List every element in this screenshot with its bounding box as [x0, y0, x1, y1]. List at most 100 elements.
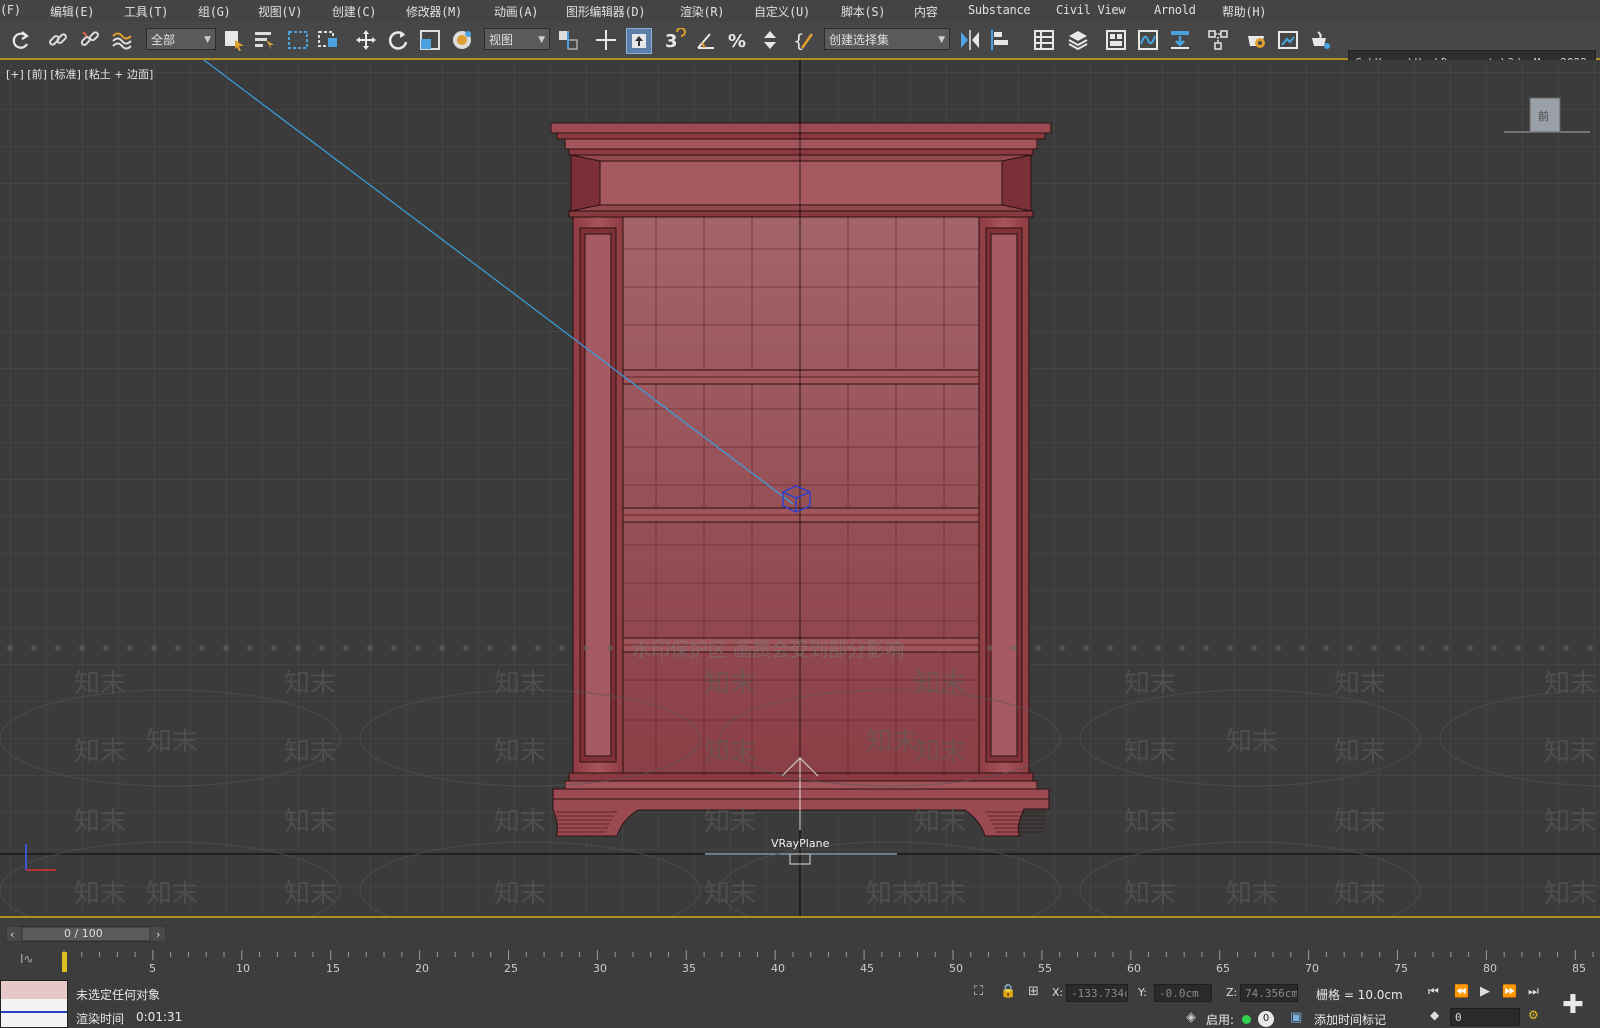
svg-text:知末: 知末: [1334, 807, 1386, 837]
mirror-icon[interactable]: [958, 28, 982, 52]
time-configuration-icon[interactable]: ⚙: [1528, 1008, 1539, 1022]
svg-text:知末: 知末: [1544, 737, 1596, 767]
selection-status: 未选定任何对象: [76, 988, 161, 1002]
select-by-name-icon[interactable]: [252, 28, 276, 52]
key-mode-icon[interactable]: ◆: [1430, 1008, 1439, 1022]
absolute-mode-icon[interactable]: ⊞: [1028, 984, 1039, 999]
layer-explorer-icon[interactable]: [1066, 28, 1090, 52]
time-slider[interactable]: ‹ › 0 / 100: [5, 925, 167, 943]
edit-named-selection-icon[interactable]: {: [792, 28, 816, 52]
angle-snap-icon[interactable]: [694, 28, 718, 52]
svg-text:%: %: [728, 31, 746, 52]
maxscript-listener-preview[interactable]: [0, 980, 68, 1028]
ribbon-toggle-icon[interactable]: [1104, 28, 1128, 52]
viewport-label[interactable]: [+] [前] [标准] [粘土 + 边面]: [6, 66, 153, 82]
menu-modifiers[interactable]: 修改器(M): [406, 3, 462, 20]
menu-file[interactable]: (F): [0, 3, 21, 17]
keyboard-shortcut-override-icon[interactable]: [626, 28, 652, 54]
time-tag-icon[interactable]: ▣: [1290, 1010, 1302, 1025]
svg-text:{: {: [793, 31, 804, 52]
align-icon[interactable]: [990, 28, 1014, 52]
menu-animation[interactable]: 动画(A): [494, 3, 538, 20]
svg-text:知末: 知末: [284, 807, 336, 837]
render-production-icon[interactable]: [1308, 28, 1332, 52]
svg-text:知末: 知末: [1124, 737, 1176, 767]
enable-count-badge[interactable]: 0: [1258, 1011, 1274, 1027]
select-and-link-icon[interactable]: [46, 28, 70, 52]
current-frame-field[interactable]: 0: [1450, 1008, 1520, 1026]
3ds-max-window: (F) 编辑(E) 工具(T) 组(G) 视图(V) 创建(C) 修改器(M) …: [0, 0, 1600, 1028]
named-selection-dropdown[interactable]: 创建选择集 ▼: [824, 28, 950, 50]
svg-text:‹: ‹: [10, 928, 14, 941]
tick-label: 5: [149, 962, 156, 975]
menu-content[interactable]: 内容: [914, 3, 938, 20]
time-ruler[interactable]: 5 10 15 20 25 30 35 40 45 50 55 60 65 70…: [60, 950, 1596, 980]
render-time-label: 渲染时间: [76, 1012, 125, 1026]
svg-text:知末: 知末: [914, 737, 966, 767]
menu-help[interactable]: 帮助(H): [1222, 3, 1266, 20]
move-icon[interactable]: [354, 28, 378, 52]
viewport-navigation-icon[interactable]: ✚: [1562, 990, 1584, 1020]
menu-arnold[interactable]: Arnold: [1154, 3, 1196, 17]
svg-text:知末: 知末: [704, 737, 756, 767]
menu-tools[interactable]: 工具(T): [124, 3, 168, 20]
menu-group[interactable]: 组(G): [198, 3, 231, 20]
adaptive-degradation-icon[interactable]: ◈: [1186, 1010, 1196, 1025]
menu-graph-editors[interactable]: 图形编辑器(D): [566, 3, 646, 20]
svg-text:知末: 知末: [146, 879, 198, 909]
selection-filter-dropdown[interactable]: 全部 ▼: [146, 28, 216, 50]
tick-label: 35: [682, 962, 696, 975]
go-to-start-icon[interactable]: ⏮: [1428, 984, 1439, 999]
select-object-icon[interactable]: [222, 28, 246, 52]
lock-icon[interactable]: 🔒: [1000, 984, 1016, 999]
svg-text:知末: 知末: [704, 879, 756, 909]
curve-editor-icon[interactable]: [1136, 28, 1160, 52]
redo-icon[interactable]: [8, 28, 32, 52]
z-label: Z:: [1226, 986, 1238, 999]
tick-label: 55: [1038, 962, 1052, 975]
x-coordinate-field[interactable]: -133.734cm: [1066, 984, 1128, 1002]
svg-text:知末: 知末: [1544, 807, 1596, 837]
menu-customize[interactable]: 自定义(U): [754, 3, 810, 20]
add-time-tag-button[interactable]: 添加时间标记: [1314, 1011, 1386, 1028]
rendered-frame-window-icon[interactable]: [1276, 28, 1300, 52]
place-icon[interactable]: [450, 28, 474, 52]
next-frame-icon[interactable]: ⏩: [1502, 984, 1517, 998]
bookcase-model[interactable]: [550, 122, 1052, 837]
unlink-selection-icon[interactable]: [78, 28, 102, 52]
scene-explorer-icon[interactable]: [1032, 28, 1056, 52]
percent-snap-icon[interactable]: %: [726, 28, 750, 52]
menu-scripting[interactable]: 脚本(S): [841, 3, 885, 20]
svg-text:知末: 知末: [74, 669, 126, 699]
svg-text:知末: 知末: [74, 879, 126, 909]
snaps-toggle-icon[interactable]: 3: [662, 28, 686, 52]
svg-text:知末: 知末: [284, 737, 336, 767]
menu-substance[interactable]: Substance: [968, 3, 1031, 17]
reference-coordinate-dropdown[interactable]: 视图 ▼: [484, 28, 550, 50]
menu-civil-view[interactable]: Civil View: [1056, 3, 1126, 17]
menu-edit[interactable]: 编辑(E): [50, 3, 94, 20]
vray-plane-label: VRayPlane: [771, 837, 830, 850]
go-to-end-icon[interactable]: ⏭: [1528, 984, 1539, 999]
menu-rendering[interactable]: 渲染(R): [680, 3, 724, 20]
bind-to-space-warp-icon[interactable]: [110, 28, 134, 52]
z-coordinate-field[interactable]: 74.356cm: [1240, 984, 1298, 1002]
y-coordinate-field[interactable]: -0.0cm: [1154, 984, 1212, 1002]
isolate-selection-icon[interactable]: ⛶: [974, 984, 983, 999]
spinner-snap-icon[interactable]: [758, 28, 782, 52]
rotate-icon[interactable]: [386, 28, 410, 52]
render-setup-icon[interactable]: [1244, 28, 1268, 52]
mini-curve-editor-icon[interactable]: Ⅰ∿: [20, 952, 34, 966]
menu-views[interactable]: 视图(V): [258, 3, 302, 20]
pivot-center-icon[interactable]: [556, 28, 580, 52]
window-crossing-icon[interactable]: [316, 28, 340, 52]
rectangular-selection-icon[interactable]: [286, 28, 310, 52]
menu-create[interactable]: 创建(C): [332, 3, 376, 20]
previous-frame-icon[interactable]: ⏪: [1454, 984, 1469, 998]
play-icon[interactable]: ▶: [1480, 984, 1490, 999]
front-viewport[interactable]: 水印保护区 画质会受到部分影响 知末 知末 知末 知末 知末 知末 知末 知末 知末 知末 知末知…: [0, 60, 1600, 916]
select-manipulate-icon[interactable]: [594, 28, 618, 52]
scale-icon[interactable]: [418, 28, 442, 52]
material-editor-icon[interactable]: [1206, 28, 1230, 52]
schematic-view-icon[interactable]: [1168, 28, 1192, 52]
